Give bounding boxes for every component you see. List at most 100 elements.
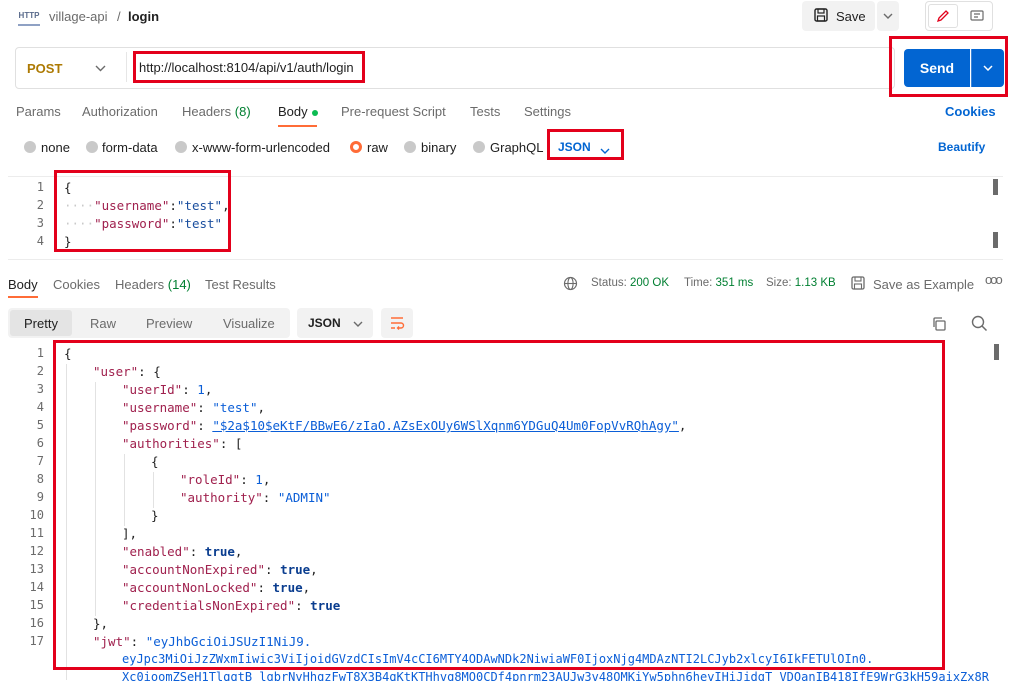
line-number: 16: [29, 616, 44, 630]
code-line: {: [64, 180, 72, 195]
save-as-example-button[interactable]: Save as Example: [873, 277, 974, 292]
code-line: "credentialsNonExpired": true: [122, 598, 341, 613]
line-number: 6: [36, 436, 44, 450]
comment-icon[interactable]: [962, 4, 992, 28]
code-line: "enabled": true,: [122, 544, 243, 559]
response-tab-body[interactable]: Body: [8, 277, 38, 292]
line-number: 5: [36, 418, 44, 432]
code-line: }: [151, 508, 159, 523]
radio-urlencoded-label: x-www-form-urlencoded: [192, 140, 330, 155]
radio-raw-label: raw: [367, 140, 388, 155]
floppy-icon: [851, 276, 865, 293]
radio-raw[interactable]: [350, 141, 362, 153]
line-number: 17: [29, 634, 44, 648]
breadcrumb-request[interactable]: login: [128, 9, 159, 24]
breadcrumb-collection[interactable]: village-api: [49, 9, 108, 24]
more-options-icon[interactable]: ooo: [985, 272, 1003, 287]
response-tab-headers-label: Headers: [115, 277, 165, 292]
tab-headers[interactable]: Headers (8): [182, 104, 251, 119]
code-line: "accountNonLocked": true,: [122, 580, 311, 595]
tab-headers-label: Headers: [182, 104, 232, 119]
line-number: 14: [29, 580, 44, 594]
send-options-chevron-icon[interactable]: [971, 49, 1004, 87]
send-button[interactable]: Send: [904, 49, 970, 87]
tab-body-label: Body: [278, 104, 308, 119]
line-number: 15: [29, 598, 44, 612]
scrollbar-thumb[interactable]: [994, 344, 999, 360]
response-tab-headers[interactable]: Headers (14): [115, 277, 191, 292]
line-number: 1: [36, 346, 44, 360]
copy-icon[interactable]: [931, 316, 947, 335]
line-number: 7: [36, 454, 44, 468]
pencil-icon[interactable]: [928, 4, 958, 28]
response-tab-cookies[interactable]: Cookies: [53, 277, 100, 292]
radio-binary[interactable]: [404, 141, 416, 153]
indent-guide: [95, 382, 96, 616]
response-size: Size: 1.13 KB: [766, 277, 836, 289]
globe-icon[interactable]: [563, 276, 578, 294]
line-number: 9: [36, 490, 44, 504]
response-time: Time: 351 ms: [684, 277, 754, 289]
search-icon[interactable]: [971, 315, 988, 335]
tab-tests[interactable]: Tests: [470, 104, 500, 119]
beautify-button[interactable]: Beautify: [938, 140, 985, 154]
code-line: ],: [122, 526, 138, 541]
radio-form-data-label: form-data: [102, 140, 158, 155]
line-number: 2: [36, 198, 44, 212]
body-language-select[interactable]: JSON: [558, 140, 591, 154]
save-button[interactable]: Save: [802, 1, 875, 31]
view-raw[interactable]: Raw: [90, 316, 116, 331]
code-line: "authorities": [: [122, 436, 243, 451]
http-icon: HTTP: [18, 6, 40, 26]
indent-guide: [66, 364, 67, 680]
code-line: }: [64, 234, 72, 249]
view-visualize[interactable]: Visualize: [223, 316, 275, 331]
method-select[interactable]: POST: [16, 48, 126, 88]
code-line: {: [64, 346, 72, 361]
line-number: 11: [29, 526, 44, 540]
line-number: 1: [36, 180, 44, 194]
jwt-wrap-clip: eyJpc3MiOiJzZWxmIiwic3ViIjoidGVzdCIsImV4…: [122, 652, 1007, 681]
response-language-label: JSON: [308, 316, 341, 330]
response-tab-test-results[interactable]: Test Results: [205, 277, 276, 292]
tab-body[interactable]: Body: [278, 104, 318, 119]
response-language-select[interactable]: JSON: [297, 308, 373, 338]
indent-guide: [153, 472, 154, 508]
code-line: Xc0ioomZSeH1TlqqtB_lgbrNvHhgzFwT8X3B4qKt…: [122, 670, 989, 681]
chevron-down-icon: [95, 60, 106, 75]
code-line: "user": {: [93, 364, 161, 379]
radio-none[interactable]: [24, 141, 36, 153]
scrollbar-thumb[interactable]: [993, 179, 998, 195]
radio-graphql[interactable]: [473, 141, 485, 153]
line-number: 3: [36, 216, 44, 230]
line-number: 2: [36, 364, 44, 378]
scrollbar-thumb[interactable]: [993, 232, 998, 248]
response-tab-active-indicator: [8, 296, 38, 298]
wrap-icon[interactable]: [381, 308, 413, 338]
view-preview[interactable]: Preview: [146, 316, 192, 331]
code-line: {: [151, 454, 159, 469]
radio-urlencoded[interactable]: [175, 141, 187, 153]
tab-params[interactable]: Params: [16, 104, 61, 119]
code-line: "accountNonExpired": true,: [122, 562, 318, 577]
save-options-chevron-icon[interactable]: [877, 1, 899, 31]
code-line: "username": "test",: [122, 400, 266, 415]
view-pretty[interactable]: Pretty: [10, 310, 72, 336]
tab-settings[interactable]: Settings: [524, 104, 571, 119]
radio-graphql-label: GraphQL: [490, 140, 544, 155]
cookies-link[interactable]: Cookies: [945, 104, 996, 119]
code-line: "roleId": 1,: [180, 472, 271, 487]
floppy-icon: [814, 7, 828, 25]
tab-headers-count: (8): [234, 104, 251, 119]
url-input[interactable]: [136, 54, 362, 80]
line-number: 13: [29, 562, 44, 576]
tab-authorization[interactable]: Authorization: [82, 104, 158, 119]
radio-binary-label: binary: [421, 140, 457, 155]
line-number: 8: [36, 472, 44, 486]
code-line: "userId": 1,: [122, 382, 213, 397]
code-line: ····"username":"test",: [64, 198, 230, 213]
tab-prerequest[interactable]: Pre-request Script: [341, 104, 446, 119]
code-line: "password": "$2a$10$eKtF/BBwE6/zIaO.AZsE…: [122, 418, 687, 433]
radio-form-data[interactable]: [86, 141, 98, 153]
response-tab-headers-count: (14): [167, 277, 191, 292]
